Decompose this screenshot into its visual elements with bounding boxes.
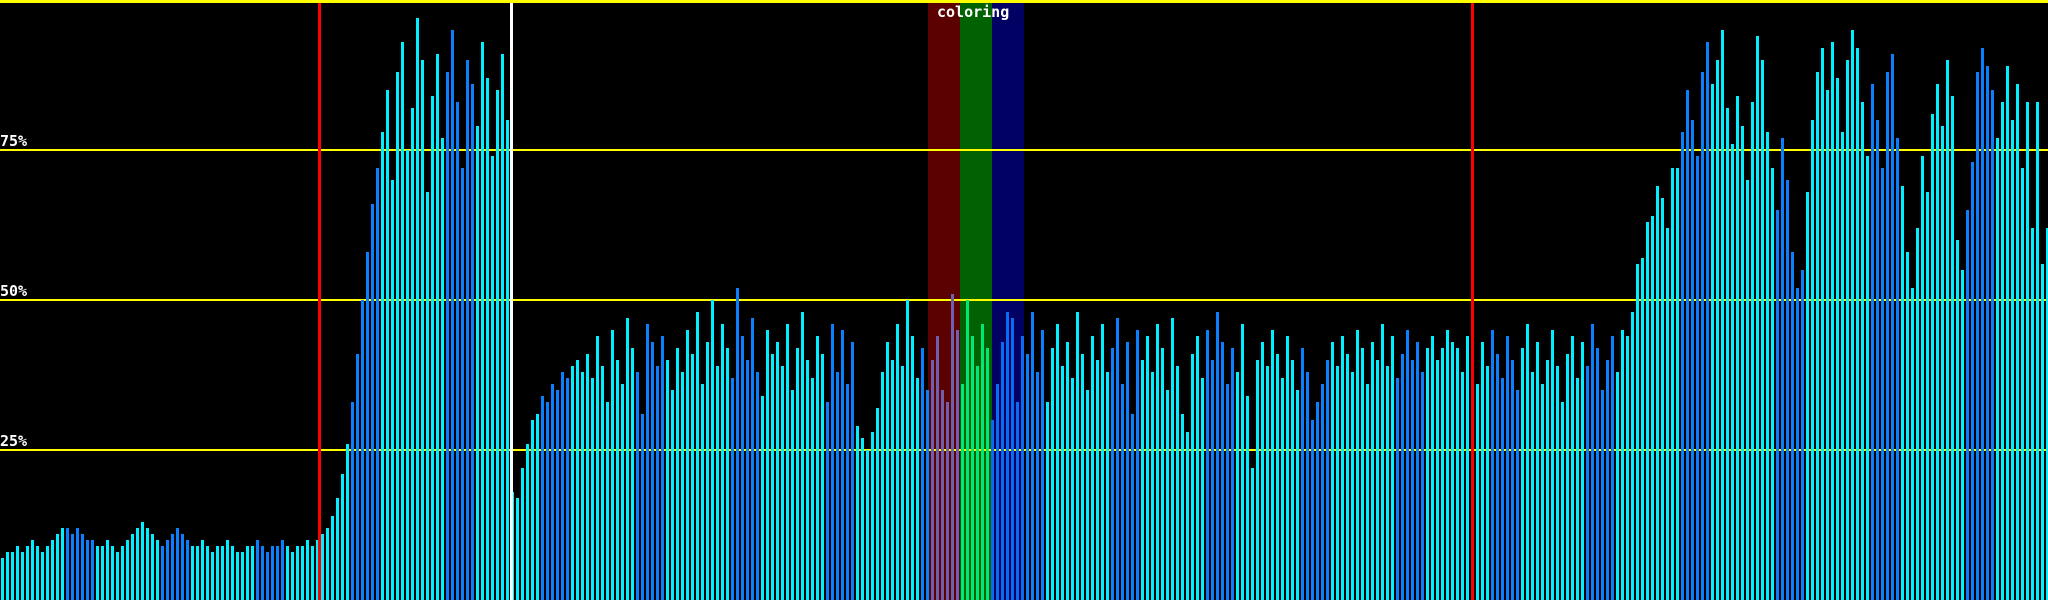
- marker-lines-layer: [0, 0, 2048, 600]
- marker-red-1: [318, 3, 321, 600]
- marker-red-2: [1471, 3, 1474, 600]
- marker-white: [510, 3, 513, 600]
- cpu-usage-graph: coloring 75% 50% 25%: [0, 0, 2048, 600]
